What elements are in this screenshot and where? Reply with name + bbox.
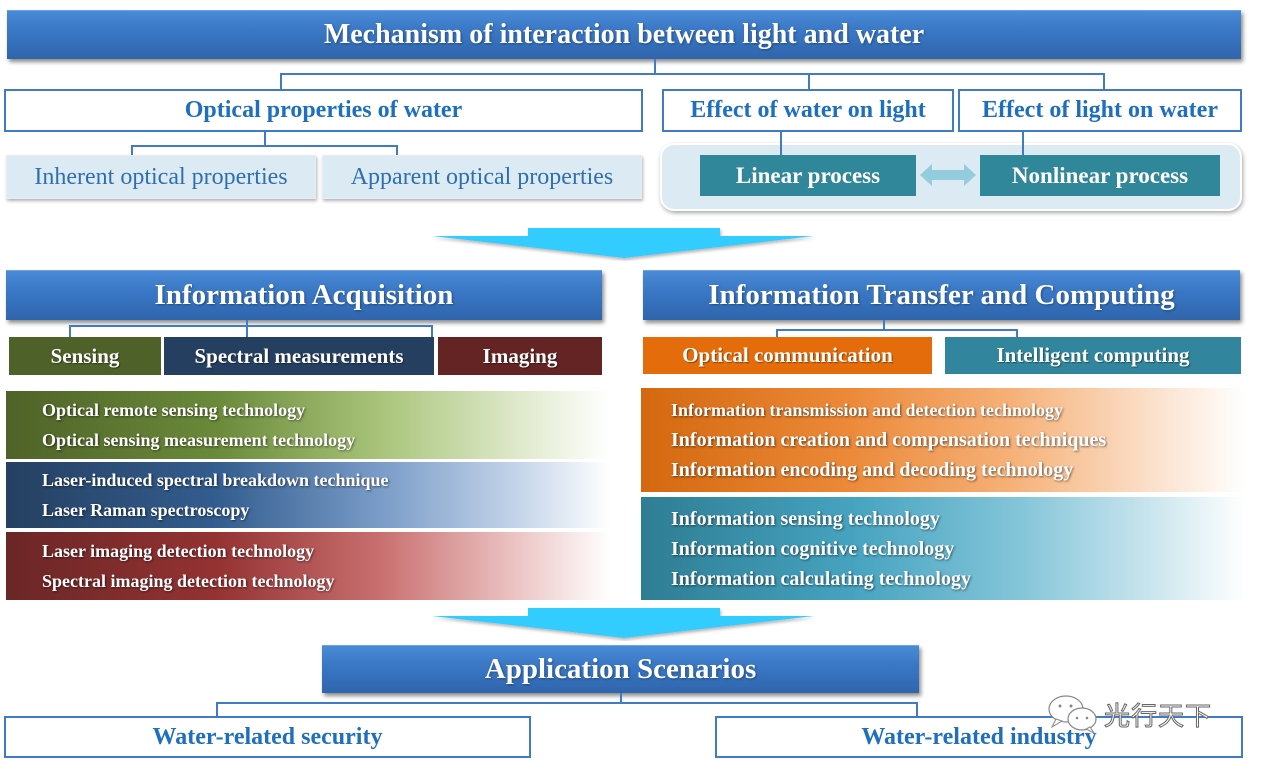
category-intelligent-computing: Intelligent computing: [945, 337, 1241, 374]
connector: [431, 325, 433, 337]
connector: [131, 145, 398, 147]
connector: [654, 59, 656, 74]
tech-item: Information transmission and detection t…: [671, 400, 1064, 420]
apparent-optical-properties-box: Apparent optical properties: [322, 155, 642, 199]
connector: [280, 73, 1105, 75]
connector: [69, 325, 432, 327]
effect-water-on-light-box: Effect of water on light: [662, 89, 954, 132]
category-imaging: Imaging: [438, 337, 602, 375]
connector: [216, 702, 918, 704]
tech-item: Laser imaging detection technology: [42, 541, 315, 561]
information-acquisition-title: Information Acquisition: [154, 279, 454, 311]
effect-water-on-light-label: Effect of water on light: [690, 97, 926, 123]
optical-properties-box: Optical properties of water: [4, 89, 643, 132]
optical-properties-label: Optical properties of water: [184, 97, 463, 123]
connector: [280, 73, 282, 90]
water-related-security-label: Water-related security: [152, 723, 383, 750]
connector: [1022, 132, 1024, 155]
connector: [216, 702, 218, 716]
category-optical-communication-label: Optical communication: [682, 343, 893, 367]
connector: [776, 329, 778, 337]
connector: [1103, 73, 1105, 90]
application-scenarios-title: Application Scenarios: [484, 653, 757, 685]
double-arrow-icon: [920, 164, 976, 186]
imaging-technologies-panel: Laser imaging detection technology Spect…: [6, 532, 610, 600]
wechat-icon: [1048, 695, 1097, 735]
information-transfer-title: Information Transfer and Computing: [708, 279, 1175, 311]
connector: [808, 73, 810, 90]
nonlinear-process-box: Nonlinear process: [980, 155, 1220, 196]
tech-item: Optical remote sensing technology: [42, 400, 306, 420]
tech-item: Laser-induced spectral breakdown techniq…: [42, 470, 389, 490]
main-title: Mechanism of interaction between light a…: [7, 10, 1241, 59]
tech-item: Spectral imaging detection technology: [42, 571, 335, 591]
connector: [246, 320, 248, 337]
water-related-security-box: Water-related security: [4, 716, 531, 758]
category-optical-communication: Optical communication: [643, 337, 932, 374]
inherent-optical-properties-box: Inherent optical properties: [6, 155, 316, 199]
tech-item: Information cognitive technology: [671, 537, 955, 560]
connector: [1016, 329, 1018, 337]
linear-process-label: Linear process: [735, 162, 881, 188]
inherent-optical-properties-label: Inherent optical properties: [34, 163, 288, 190]
tech-item: Information sensing technology: [671, 507, 940, 530]
nonlinear-process-label: Nonlinear process: [1011, 162, 1189, 188]
tech-item: Information calculating technology: [671, 567, 971, 590]
category-sensing-label: Sensing: [50, 343, 120, 368]
category-intelligent-computing-label: Intelligent computing: [996, 343, 1190, 367]
category-sensing: Sensing: [9, 337, 161, 375]
spectral-technologies-panel: Laser-induced spectral breakdown techniq…: [6, 462, 610, 528]
down-arrow-icon: [432, 228, 814, 258]
category-imaging-label: Imaging: [482, 343, 558, 368]
application-scenarios-header: Application Scenarios: [322, 645, 919, 693]
connector: [916, 702, 918, 716]
category-spectral-measurements-label: Spectral measurements: [194, 343, 404, 368]
main-title-text: Mechanism of interaction between light a…: [323, 19, 925, 50]
watermark-text: 光行天下: [1103, 702, 1213, 733]
computing-technologies-panel: Information sensing technology Informati…: [641, 497, 1245, 600]
apparent-optical-properties-label: Apparent optical properties: [350, 163, 614, 190]
down-arrow-icon: [432, 608, 814, 638]
connector: [776, 329, 1018, 331]
effect-light-on-water-label: Effect of light on water: [982, 97, 1218, 123]
tech-item: Information creation and compensation te…: [671, 429, 1107, 451]
sensing-technologies-panel: Optical remote sensing technology Optica…: [6, 391, 610, 459]
connector: [264, 132, 266, 146]
communication-technologies-panel: Information transmission and detection t…: [641, 388, 1245, 492]
tech-item: Optical sensing measurement technology: [42, 430, 356, 450]
information-transfer-header: Information Transfer and Computing: [643, 270, 1240, 320]
tech-item: Laser Raman spectroscopy: [42, 500, 250, 520]
information-acquisition-header: Information Acquisition: [6, 270, 602, 320]
connector: [780, 132, 782, 155]
tech-item: Information encoding and decoding techno…: [671, 459, 1074, 481]
category-spectral-measurements: Spectral measurements: [164, 337, 434, 375]
effect-light-on-water-box: Effect of light on water: [958, 89, 1242, 132]
linear-process-box: Linear process: [700, 155, 916, 196]
connector: [69, 325, 71, 337]
